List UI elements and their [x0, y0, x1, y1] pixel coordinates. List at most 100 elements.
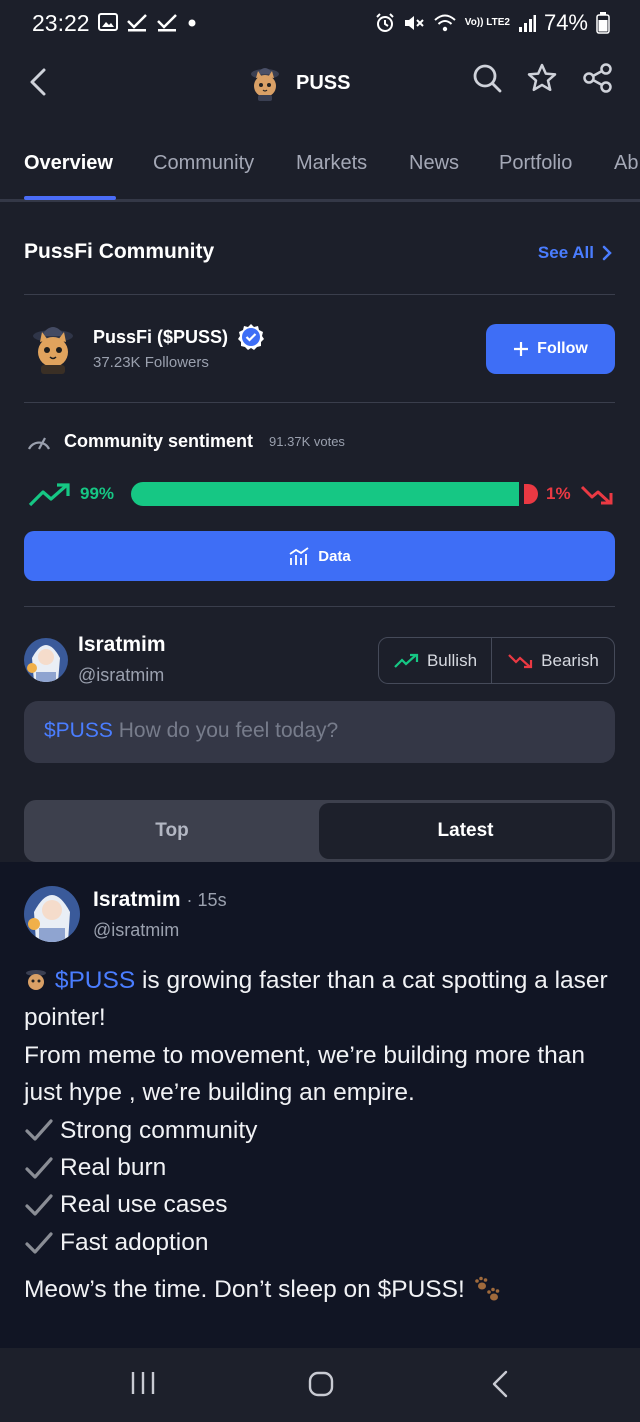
data-label: Data: [318, 547, 351, 565]
plus-icon: [514, 342, 529, 356]
followers-count: 37.23K Followers: [93, 354, 209, 371]
bearish-percent: 1%: [546, 484, 571, 503]
bullish-label: Bullish: [426, 650, 478, 670]
chevron-left-icon: [30, 68, 46, 96]
sentiment-vote-group: Bullish Bearish: [378, 637, 615, 684]
check-item-label: Real burn: [60, 1154, 167, 1182]
community-name: PussFi ($PUSS): [93, 326, 229, 347]
divider: [24, 294, 615, 295]
bearish-bar: [524, 484, 538, 504]
trend-up-icon: [394, 653, 419, 668]
sentiment-header: Community sentiment 91.37K votes: [26, 430, 345, 452]
sentiment-bar: 99% 1%: [28, 480, 618, 510]
checkmark-icon: [25, 1157, 53, 1179]
section-title: PussFi Community: [24, 240, 215, 263]
data-button[interactable]: Data: [24, 531, 615, 581]
tab-community[interactable]: Community: [153, 152, 254, 175]
verified-badge-icon: [238, 324, 265, 350]
post-time: · 15s: [186, 890, 227, 910]
search-icon[interactable]: [472, 63, 502, 93]
see-all-label: See All: [537, 243, 594, 262]
tab-news[interactable]: News: [409, 152, 459, 175]
wifi-icon: [434, 14, 456, 32]
tab-markets[interactable]: Markets: [296, 152, 367, 175]
status-bar: 23:22 Vo)) LTE2 74%: [0, 0, 640, 46]
mute-icon: [404, 16, 424, 30]
composer-user-name: Isratmim: [78, 633, 166, 656]
dot-icon: [188, 19, 196, 27]
star-icon[interactable]: [526, 62, 558, 94]
trend-down-icon: [580, 485, 613, 505]
follow-button[interactable]: Follow: [486, 324, 615, 374]
signal-icon: [518, 15, 536, 32]
image-icon: [98, 13, 118, 31]
post-handle: @isratmim: [93, 920, 180, 940]
system-nav-bar: [0, 1348, 640, 1422]
recents-icon[interactable]: [130, 1370, 156, 1396]
check-item-label: Fast adoption: [60, 1228, 209, 1256]
check-item: Real burn: [24, 1149, 624, 1186]
community-name-row[interactable]: PussFi ($PUSS): [93, 322, 266, 352]
back-button[interactable]: [24, 62, 60, 102]
bullish-bar: [131, 482, 519, 506]
tab-about[interactable]: Ab: [614, 152, 638, 175]
feed-segment: Top Latest: [24, 800, 615, 862]
sentiment-title: Community sentiment: [64, 430, 254, 451]
post-line-1: $PUSS is growing faster than a cat spott…: [24, 962, 624, 1037]
post-author[interactable]: Isratmim: [93, 888, 181, 912]
check-icon: [127, 14, 147, 32]
puss-logo-icon: [251, 68, 279, 101]
post-tag[interactable]: $PUSS: [55, 967, 135, 994]
community-avatar: [33, 327, 73, 374]
coin-title: PUSS: [248, 64, 350, 102]
follow-label: Follow: [537, 340, 588, 357]
see-all-link[interactable]: See All: [538, 243, 612, 263]
chart-icon: [289, 547, 309, 565]
battery-percent: 74%: [543, 10, 588, 35]
page-title: PUSS: [296, 71, 351, 94]
check-item-label: Strong community: [60, 1116, 258, 1144]
check-item: Real use cases: [24, 1186, 624, 1223]
back-icon[interactable]: [490, 1370, 512, 1398]
share-icon[interactable]: [582, 62, 614, 94]
tab-top[interactable]: Top: [24, 800, 320, 862]
post-author-avatar[interactable]: [24, 886, 80, 942]
post-composer-input[interactable]: $PUSS How do you feel today?: [24, 701, 615, 763]
battery-icon: [596, 12, 610, 34]
trend-up-icon: [28, 483, 70, 507]
bearish-button[interactable]: Bearish: [492, 638, 614, 683]
divider: [24, 606, 615, 607]
trend-down-icon: [508, 653, 533, 668]
tab-latest[interactable]: Latest: [319, 803, 612, 859]
composer-user-handle: @isratmim: [78, 665, 165, 685]
check-item-label: Real use cases: [60, 1191, 228, 1219]
composer-tag: $PUSS: [44, 719, 113, 742]
active-tab-indicator: [24, 196, 116, 200]
bullish-percent: 99%: [80, 484, 115, 503]
check-icon: [157, 14, 177, 32]
puss-emoji-icon: [26, 970, 46, 990]
user-avatar[interactable]: [24, 638, 68, 682]
alarm-icon: [376, 13, 394, 32]
bullish-button[interactable]: Bullish: [379, 638, 492, 683]
divider: [24, 402, 615, 403]
post-footer: Meow’s the time. Don’t sleep on $PUSS!: [24, 1276, 503, 1304]
gauge-icon: [28, 437, 50, 450]
checkmark-icon: [25, 1231, 53, 1254]
checkmark-icon: [25, 1119, 53, 1141]
composer-placeholder: How do you feel today?: [118, 719, 339, 742]
tab-overview[interactable]: Overview: [24, 152, 113, 175]
post-footer-text: Meow’s the time. Don’t sleep on $PUSS!: [24, 1276, 465, 1303]
sentiment-votes: 91.37K votes: [269, 433, 345, 449]
chevron-right-icon: [602, 245, 612, 261]
post-author-row: Isratmim · 15s: [93, 888, 227, 912]
home-icon[interactable]: [307, 1370, 335, 1398]
network-label: Vo)) LTE2: [464, 17, 510, 28]
bearish-label: Bearish: [541, 650, 599, 670]
tab-portfolio[interactable]: Portfolio: [499, 152, 572, 175]
paw-prints-icon: [474, 1276, 500, 1301]
checkmark-icon: [25, 1194, 53, 1216]
post-body: $PUSS is growing faster than a cat spott…: [24, 962, 624, 1261]
check-item: Strong community: [24, 1112, 624, 1149]
status-time: 23:22: [32, 10, 90, 36]
